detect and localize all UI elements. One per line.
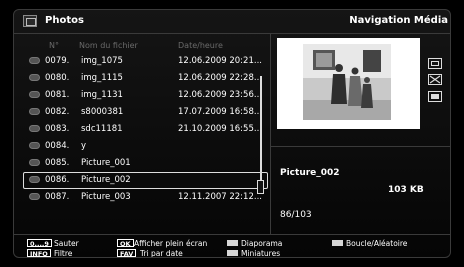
file-icon [29,142,40,149]
selected-file-name: Picture_002 [280,168,340,178]
section-title: Navigation Média [349,15,448,26]
file-number: 0082. [45,107,70,117]
header-bar: Photos Navigation Média [14,10,450,34]
file-date: 21.10.2009 16:55... [178,124,262,134]
selected-file-size: 103 KB [388,185,424,195]
file-icon [29,125,40,132]
ok-key-label: Afficher plein écran [134,239,208,248]
file-number: 0087. [45,192,70,202]
loop-shuffle-label: Boucle/Aléatoire [346,239,408,248]
file-name: Picture_002 [81,175,131,185]
footer-legend: 0....9 Sauter INFO Filtre OK Afficher pl… [14,234,450,258]
file-number: 0080. [45,73,70,83]
file-row[interactable]: 0084. y [23,138,268,155]
stop-icon[interactable] [428,91,442,102]
column-header-filename: Nom du fichier [79,41,138,50]
file-number: 0086. [45,175,70,185]
page-title: Photos [45,15,84,26]
ok-key[interactable]: OK [117,239,134,248]
column-header-number: N° [49,41,59,50]
file-icon [29,176,40,183]
photos-app-icon [23,15,37,27]
green-key-swatch[interactable] [227,240,238,246]
yellow-key-swatch[interactable] [227,250,238,256]
file-name: img_1115 [81,73,123,83]
file-number: 0083. [45,124,70,134]
file-row[interactable]: 0079. img_1075 12.06.2009 20:21... [23,53,268,70]
file-number: 0081. [45,90,70,100]
numbers-key[interactable]: 0....9 [27,239,52,248]
fav-key[interactable]: FAV [117,249,137,257]
file-number: 0079. [45,56,70,66]
info-key-label: Filtre [54,249,73,258]
file-name: Picture_003 [81,192,131,202]
file-row[interactable]: 0082. s8000381 17.07.2009 16:58... [23,104,268,121]
column-header-date: Date/heure [178,41,223,50]
media-browser-window: Photos Navigation Média N° Nom du fichie… [13,9,451,258]
blue-key-swatch[interactable] [332,240,343,246]
file-name: Picture_001 [81,158,131,168]
fav-key-label: Tri par date [140,249,183,258]
file-number: 0084. [45,141,70,151]
fullscreen-icon[interactable] [428,58,442,69]
file-name: img_1131 [81,90,123,100]
file-date: 12.06.2009 20:21... [178,56,262,66]
file-date: 17.07.2009 16:58... [178,107,262,117]
file-list: 0079. img_1075 12.06.2009 20:21... 0080.… [23,53,268,206]
file-icon [29,159,40,166]
file-row[interactable]: 0080. img_1115 12.06.2009 22:28... [23,70,268,87]
file-row[interactable]: 0081. img_1131 12.06.2009 23:56... [23,87,268,104]
photo-preview [277,38,420,129]
shuffle-icon[interactable] [428,74,442,85]
file-icon [29,108,40,115]
file-date: 12.11.2007 22:12... [178,192,262,202]
numbers-key-label: Sauter [54,239,79,248]
file-icon [29,193,40,200]
scrollbar-thumb[interactable] [257,180,264,194]
file-icon [29,74,40,81]
file-icon [29,57,40,64]
file-row[interactable]: 0085. Picture_001 [23,155,268,172]
info-key[interactable]: INFO [27,249,51,257]
file-row[interactable]: 0087. Picture_003 12.11.2007 22:12... [23,189,268,206]
file-date: 12.06.2009 23:56... [178,90,262,100]
divider [270,146,450,147]
file-date: 12.06.2009 22:28... [178,73,262,83]
file-number: 0085. [45,158,70,168]
slideshow-label: Diaporama [241,239,283,248]
file-name: y [81,141,87,151]
divider [270,34,271,234]
file-row[interactable]: 0083. sdc11181 21.10.2009 16:55... [23,121,268,138]
thumbnails-label: Miniatures [241,249,281,258]
file-row-selected[interactable]: 0086. Picture_002 [23,172,268,189]
preview-image [303,44,391,120]
file-name: img_1075 [81,56,123,66]
file-name: s8000381 [81,107,124,117]
scrollbar-track[interactable] [260,76,262,190]
file-name: sdc11181 [81,124,123,134]
file-icon [29,91,40,98]
file-position-counter: 86/103 [280,210,312,220]
